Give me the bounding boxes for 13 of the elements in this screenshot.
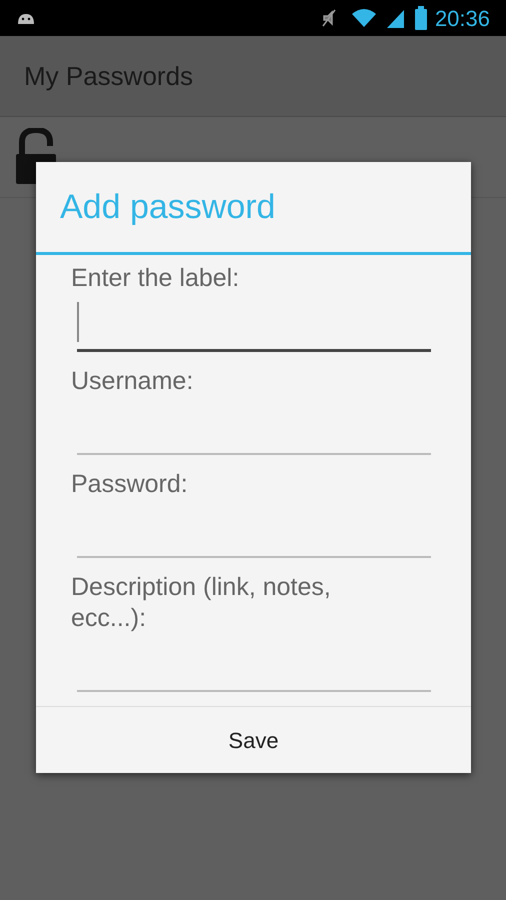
field-label: Username: [71,366,194,397]
app-title: My Passwords [24,60,194,92]
battery-icon [414,6,427,30]
field-label: Password: [71,469,189,500]
dialog-title: Add password [60,186,276,228]
muted-icon [320,8,337,28]
android-icon [16,11,36,25]
save-button[interactable]: Save [36,707,471,773]
field-label: Enter the label: [71,263,240,294]
wifi-icon [350,8,377,28]
text-cursor [77,302,79,342]
field-label: Description (link, notes, ecc...): [71,572,332,634]
clock: 20:36 [434,4,490,32]
